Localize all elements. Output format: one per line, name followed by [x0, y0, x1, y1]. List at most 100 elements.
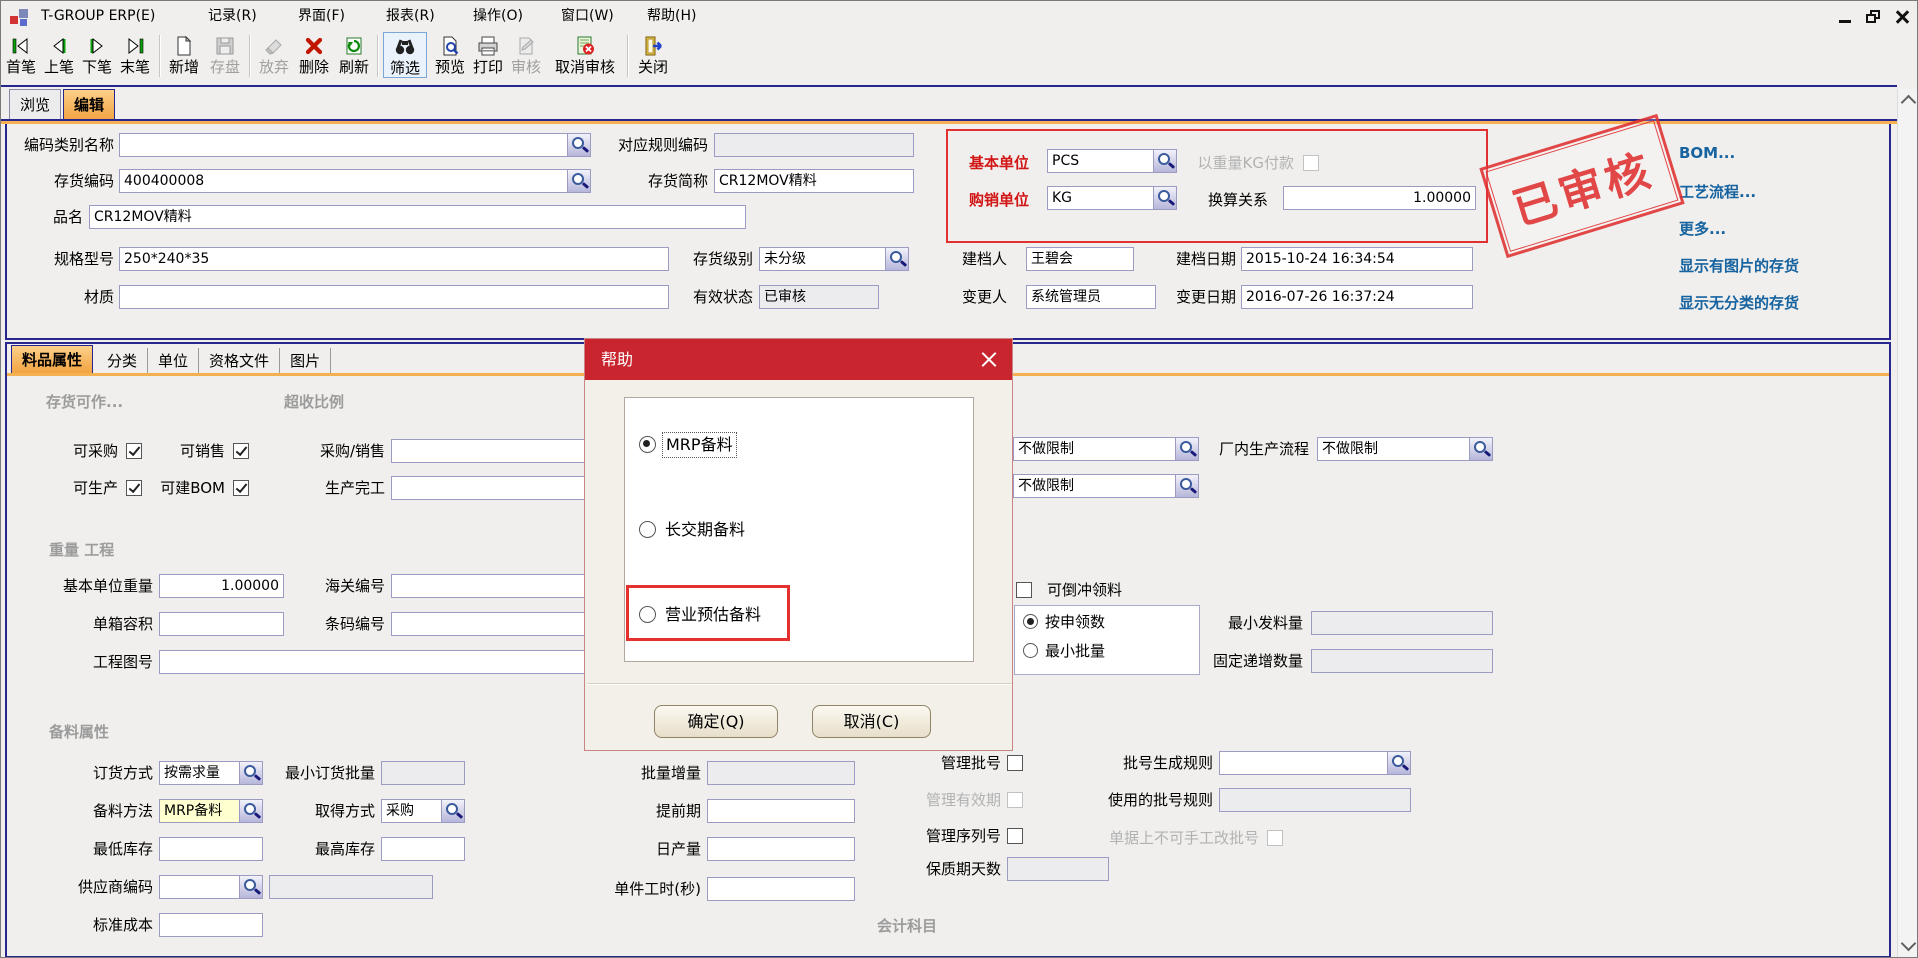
can-bom-checkbox[interactable] [233, 480, 249, 496]
limit-b-field[interactable]: 不做限制 [1013, 474, 1199, 498]
tab-qualification-files[interactable]: 资格文件 [199, 348, 280, 373]
toolbar-abandon[interactable]: 放弃 [255, 32, 293, 76]
backflush-checkbox[interactable] [1016, 582, 1032, 598]
option-long-lead-label[interactable]: 长交期备料 [665, 518, 745, 542]
lookup-icon[interactable] [239, 762, 262, 784]
item-name-field[interactable]: CR12MOV精料 [89, 205, 746, 229]
manage-batch-checkbox[interactable] [1007, 755, 1023, 771]
tab-browse[interactable]: 浏览 [9, 89, 61, 120]
lookup-icon[interactable] [1387, 752, 1410, 774]
supplier-field[interactable] [159, 875, 263, 899]
option-mrp-radio[interactable] [639, 436, 656, 453]
link-more[interactable]: 更多... [1679, 218, 1726, 239]
tab-item-attributes[interactable]: 料品属性 [11, 345, 93, 373]
toolbar-print[interactable]: 打印 [471, 32, 505, 76]
toolbar-new[interactable]: 新增 [165, 32, 203, 76]
min-order-batch-field[interactable] [381, 761, 465, 785]
restore-icon[interactable] [1863, 8, 1885, 26]
can-sell-checkbox[interactable] [233, 443, 249, 459]
rule-code-field[interactable] [714, 133, 914, 157]
code-category-field[interactable] [119, 133, 591, 157]
link-bom[interactable]: BOM... [1679, 144, 1735, 162]
tab-pictures[interactable]: 图片 [280, 348, 331, 373]
toolbar-next-record[interactable]: 下笔 [79, 32, 115, 76]
option-mrp-label[interactable]: MRP备料 [663, 433, 736, 457]
lookup-icon[interactable] [1153, 187, 1176, 209]
base-weight-field[interactable]: 1.00000 [159, 574, 284, 598]
help-dialog-titlebar[interactable]: 帮助 [585, 339, 1012, 380]
unit-time-field[interactable] [707, 877, 855, 901]
tab-classification[interactable]: 分类 [97, 348, 148, 373]
lookup-icon[interactable] [441, 800, 464, 822]
cancel-button[interactable]: 取消(C) [812, 705, 931, 738]
toolbar-last-record[interactable]: 末笔 [117, 32, 153, 76]
lookup-icon[interactable] [1153, 150, 1176, 172]
minimize-icon[interactable] [1835, 8, 1857, 26]
toolbar-delete[interactable]: 删除 [295, 32, 333, 76]
manage-expiry-checkbox[interactable] [1007, 792, 1023, 808]
link-process-flow[interactable]: 工艺流程... [1679, 181, 1756, 202]
ok-button[interactable]: 确定(Q) [654, 705, 778, 738]
item-abbr-field[interactable]: CR12MOV精料 [714, 169, 914, 193]
min-stock-field[interactable] [159, 837, 263, 861]
link-show-unclassified[interactable]: 显示无分类的存货 [1679, 292, 1799, 313]
min-issue-field[interactable] [1311, 611, 1493, 635]
close-icon[interactable] [1891, 8, 1913, 26]
toolbar-first-record[interactable]: 首笔 [3, 32, 39, 76]
order-mode-field[interactable]: 按需求量 [159, 761, 263, 785]
menu-tgroup-erp[interactable]: T-GROUP ERP(E) [37, 1, 159, 31]
volume-field[interactable] [159, 612, 284, 636]
lookup-icon[interactable] [1175, 438, 1198, 460]
dialog-close-icon[interactable] [979, 350, 998, 369]
lookup-icon[interactable] [567, 134, 590, 156]
conversion-field[interactable]: 1.00000 [1283, 186, 1476, 210]
issue-by-request-radio[interactable] [1023, 614, 1038, 629]
acquire-mode-field[interactable]: 采购 [381, 799, 465, 823]
toolbar-preview[interactable]: 预览 [431, 32, 469, 76]
std-cost-field[interactable] [159, 913, 263, 937]
lookup-icon[interactable] [239, 800, 262, 822]
lead-time-field[interactable] [707, 799, 855, 823]
base-unit-field[interactable]: PCS [1047, 149, 1177, 173]
menu-record[interactable]: 记录(R) [204, 1, 261, 31]
lookup-icon[interactable] [567, 170, 590, 192]
material-field[interactable] [119, 285, 669, 309]
daily-output-field[interactable] [707, 837, 855, 861]
toolbar-refresh[interactable]: 刷新 [335, 32, 373, 76]
lookup-icon[interactable] [1175, 475, 1198, 497]
menu-report[interactable]: 报表(R) [382, 1, 439, 31]
menu-operate[interactable]: 操作(O) [469, 1, 527, 31]
menu-help[interactable]: 帮助(H) [643, 1, 700, 31]
scroll-up-icon[interactable] [1901, 95, 1917, 111]
trade-unit-field[interactable]: KG [1047, 186, 1177, 210]
toolbar-save[interactable]: 存盘 [206, 32, 244, 76]
batch-increment-field[interactable] [707, 761, 855, 785]
lookup-icon[interactable] [885, 248, 908, 270]
max-stock-field[interactable] [381, 837, 465, 861]
prepare-method-field[interactable]: MRP备料 [159, 799, 263, 823]
toolbar-prev-record[interactable]: 上笔 [41, 32, 77, 76]
toolbar-cancel-audit[interactable]: 取消审核 [547, 32, 623, 76]
option-long-lead-radio[interactable] [639, 521, 656, 538]
tab-units[interactable]: 单位 [148, 348, 199, 373]
menu-interface[interactable]: 界面(F) [294, 1, 349, 31]
no-manual-batch-checkbox[interactable] [1267, 830, 1283, 846]
limit-a-field[interactable]: 不做限制 [1013, 437, 1199, 461]
pay-by-kg-checkbox[interactable] [1303, 155, 1319, 171]
lookup-icon[interactable] [1469, 438, 1492, 460]
manage-serial-checkbox[interactable] [1007, 828, 1023, 844]
tab-edit[interactable]: 编辑 [63, 89, 115, 120]
toolbar-filter[interactable]: 筛选 [383, 32, 427, 78]
scroll-down-icon[interactable] [1901, 936, 1917, 952]
toolbar-audit[interactable]: 审核 [507, 32, 545, 76]
level-field[interactable]: 未分级 [759, 247, 909, 271]
factory-flow-field[interactable]: 不做限制 [1317, 437, 1493, 461]
fixed-increment-field[interactable] [1311, 649, 1493, 673]
item-code-field[interactable]: 400400008 [119, 169, 591, 193]
vertical-scrollbar[interactable] [1897, 89, 1918, 957]
menu-window[interactable]: 窗口(W) [557, 1, 618, 31]
spec-field[interactable]: 250*240*35 [119, 247, 669, 271]
lookup-icon[interactable] [239, 876, 262, 898]
batch-rule-field[interactable] [1219, 751, 1411, 775]
can-purchase-checkbox[interactable] [126, 443, 142, 459]
